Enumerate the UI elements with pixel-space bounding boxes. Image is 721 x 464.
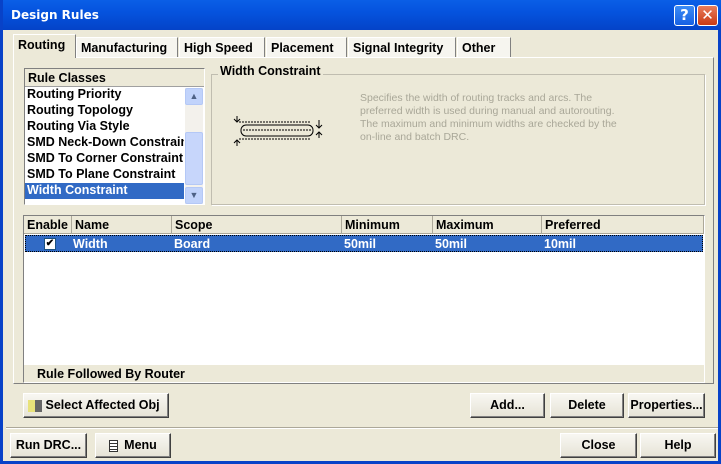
rule-classes-list[interactable]: Rule Classes Routing Priority Routing To…	[24, 68, 205, 205]
width-diagram-icon	[233, 116, 323, 146]
col-name[interactable]: Name	[72, 216, 172, 234]
col-maximum[interactable]: Maximum	[433, 216, 542, 234]
list-item[interactable]: Routing Topology	[25, 103, 184, 119]
list-item[interactable]: SMD To Plane Constraint	[25, 167, 184, 183]
close-button[interactable]: Close	[560, 433, 637, 458]
cell-minimum: 50mil	[344, 237, 376, 251]
table-footer: Rule Followed By Router	[24, 364, 704, 382]
list-item[interactable]: Routing Via Style	[25, 119, 184, 135]
col-enable[interactable]: Enable	[24, 216, 72, 234]
rules-table: Enable Name Scope Minimum Maximum Prefer…	[23, 215, 705, 383]
table-row[interactable]: ✔ Width Board 50mil 50mil 10mil	[25, 235, 703, 252]
close-title-button[interactable]: ✕	[697, 5, 718, 26]
tab-high-speed[interactable]: High Speed	[179, 37, 265, 58]
run-drc-button[interactable]: Run DRC...	[10, 433, 87, 458]
rule-classes-header: Rule Classes	[25, 69, 204, 87]
properties-button[interactable]: Properties...	[628, 393, 705, 418]
delete-button[interactable]: Delete	[550, 393, 624, 418]
help-title-button[interactable]: ?	[674, 5, 695, 26]
tab-routing[interactable]: Routing	[13, 34, 76, 58]
list-item-selected[interactable]: Width Constraint	[25, 183, 184, 199]
tab-placement[interactable]: Placement	[266, 37, 347, 58]
list-item[interactable]: Routing Priority	[25, 87, 184, 103]
separator	[6, 427, 718, 429]
list-item[interactable]: SMD To Corner Constraint	[25, 151, 184, 167]
col-scope[interactable]: Scope	[172, 216, 342, 234]
rule-description: Specifies the width of routing tracks an…	[360, 92, 617, 143]
scroll-thumb[interactable]	[185, 132, 203, 185]
col-minimum[interactable]: Minimum	[342, 216, 433, 234]
select-objects-icon	[28, 399, 42, 412]
cell-name: Width	[73, 237, 108, 251]
list-scrollbar[interactable]: ▲ ▼	[185, 88, 203, 204]
cell-maximum: 50mil	[435, 237, 467, 251]
scroll-up-icon[interactable]: ▲	[185, 88, 203, 105]
tab-manufacturing[interactable]: Manufacturing	[76, 37, 178, 58]
design-rules-dialog: Design Rules ? ✕ Routing Manufacturing H…	[0, 0, 721, 464]
title-bar: Design Rules ? ✕	[3, 0, 721, 30]
tab-other[interactable]: Other	[457, 37, 511, 58]
window-title: Design Rules	[11, 8, 99, 22]
select-affected-button[interactable]: Select Affected Obj	[23, 393, 169, 418]
add-button[interactable]: Add...	[470, 393, 545, 418]
tab-signal-integrity[interactable]: Signal Integrity	[348, 37, 456, 58]
menu-button[interactable]: Menu	[95, 433, 171, 458]
help-button[interactable]: Help	[640, 433, 716, 458]
group-title: Width Constraint	[218, 64, 323, 78]
enable-checkbox[interactable]: ✔	[44, 238, 56, 250]
cell-preferred: 10mil	[544, 237, 576, 251]
col-preferred[interactable]: Preferred	[542, 216, 704, 234]
scroll-down-icon[interactable]: ▼	[185, 187, 203, 204]
menu-icon	[109, 439, 119, 452]
list-item[interactable]: SMD Neck-Down Constraint	[25, 135, 184, 151]
cell-scope: Board	[174, 237, 211, 251]
